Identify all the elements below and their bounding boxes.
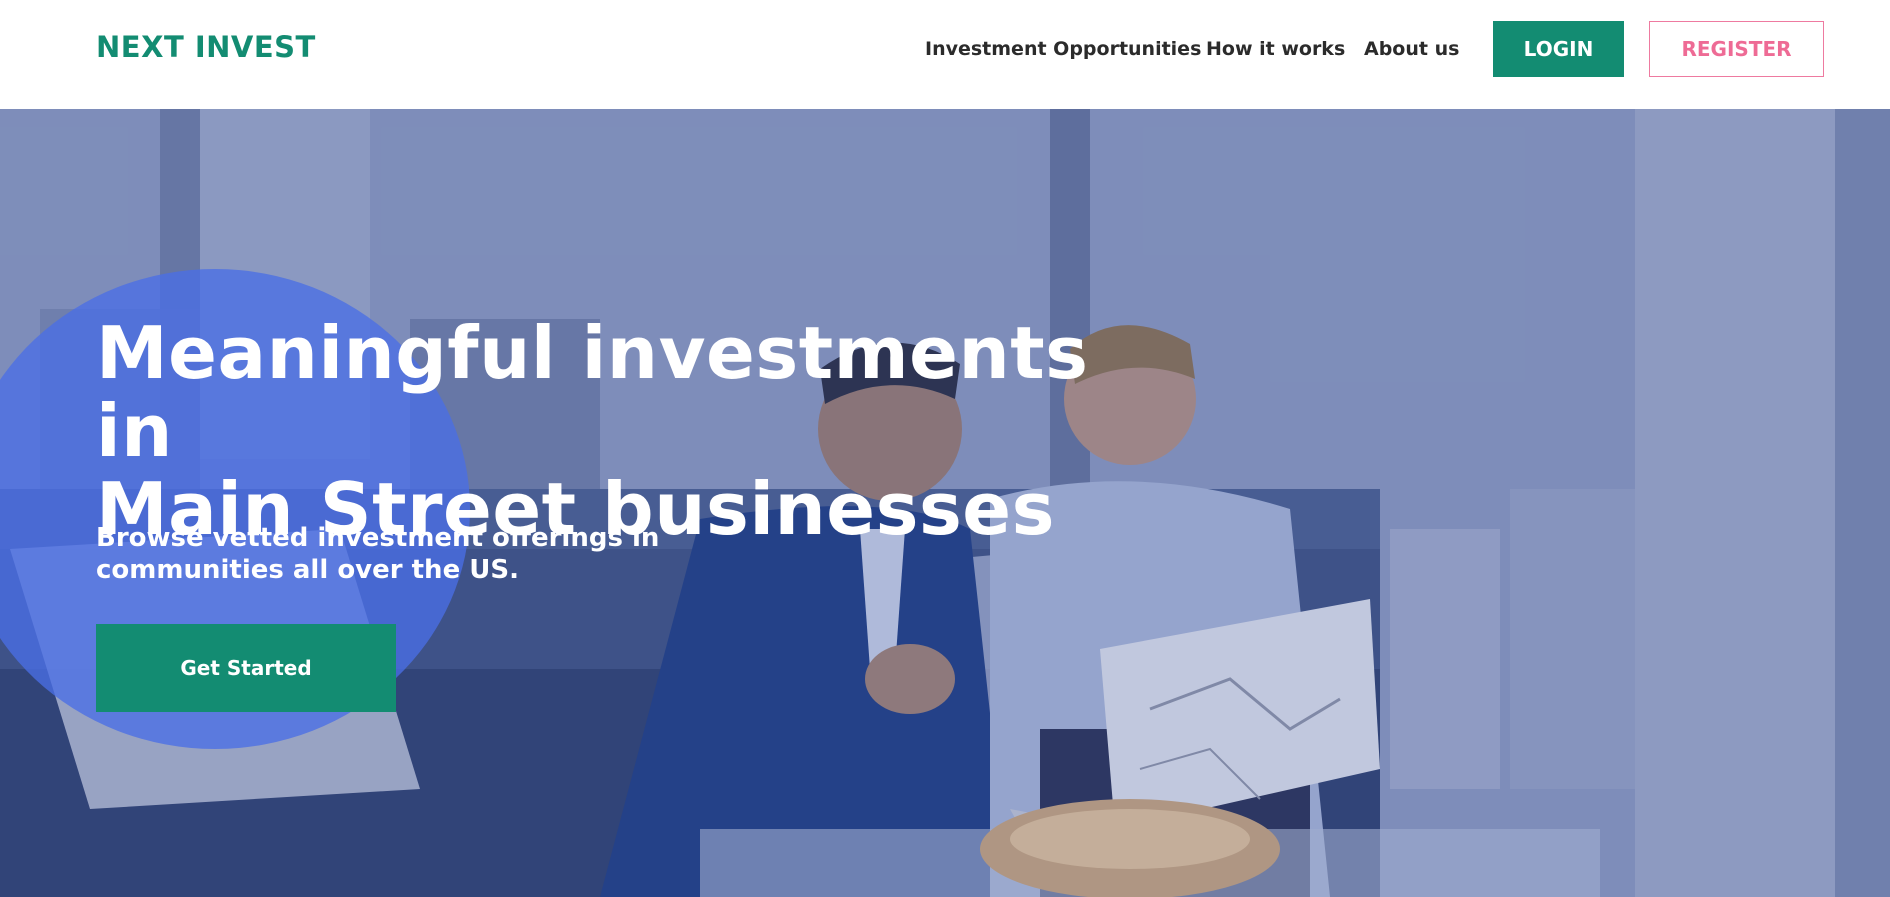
nav-how-it-works[interactable]: How it works [1206,38,1345,60]
get-started-button[interactable]: Get Started [96,624,396,712]
hero-title-line-1: Meaningful investments in [96,311,1089,473]
top-navigation-bar: NEXT INVEST Investment Opportunities How… [0,0,1890,109]
login-button[interactable]: LOGIN [1493,21,1624,77]
hero-section: Meaningful investments in Main Street bu… [0,109,1890,897]
hero-subtitle: Browse vetted investment offerings in co… [96,522,696,586]
hero-title: Meaningful investments in Main Street bu… [96,314,1096,548]
nav-investment-opportunities[interactable]: Investment Opportunities [925,38,1201,60]
site-logo[interactable]: NEXT INVEST [96,30,316,64]
hero-subtitle-line-2: communities all over the US. [96,555,519,585]
nav-about-us[interactable]: About us [1364,38,1459,60]
register-button[interactable]: REGISTER [1649,21,1824,77]
hero-subtitle-line-1: Browse vetted investment offerings in [96,523,660,553]
